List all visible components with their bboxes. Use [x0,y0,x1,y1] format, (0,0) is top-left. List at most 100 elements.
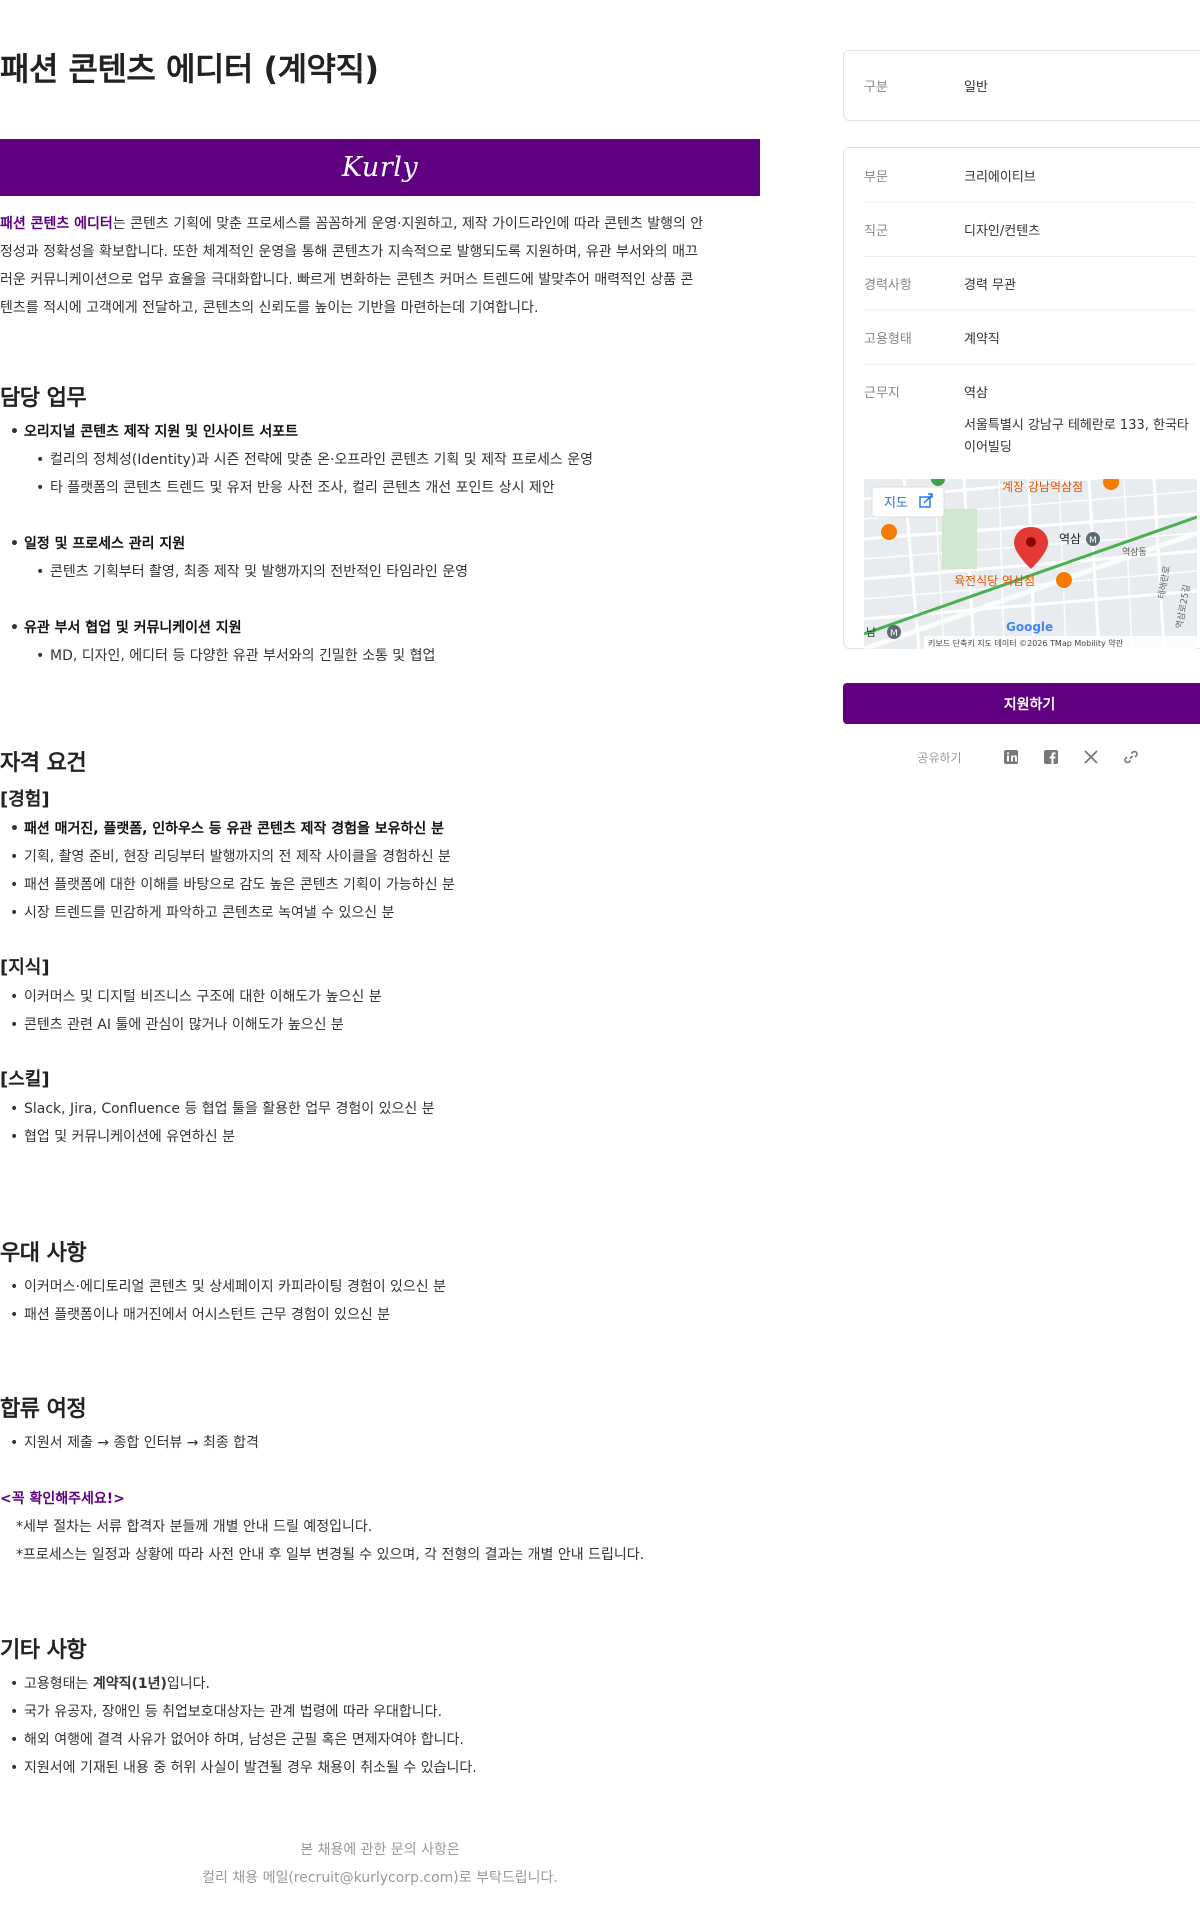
map-open-button[interactable] [871,486,945,518]
quals-know-title: [지식] [0,957,50,978]
career-value: 경력 무관 [964,278,1016,293]
duties-section: 담당 업무 오리지널 콘텐츠 제작 지원 및 인사이트 서포트 컬리의 정체성(… [0,380,760,670]
duties-group1-item: 타 플랫폼의 콘텐츠 트렌드 및 유저 반응 사전 조사, 컬리 콘텐츠 개선 … [0,474,760,502]
facebook-icon[interactable] [1040,746,1062,768]
footer-line-1: 본 채용에 관한 문의 사항은 [300,1842,460,1858]
etc-item: 고용형태는 계약직(1년)입니다. [0,1670,760,1698]
quals-skill-item: 협업 및 커뮤니케이션에 유연하신 분 [0,1123,760,1151]
map-park [942,509,977,569]
apply-button[interactable]: 지원하기 [843,683,1200,724]
etc-item: 국가 유공자, 장애인 등 취업보호대상자는 관계 법령에 따라 우대합니다. [0,1698,760,1726]
quals-know-item: 이커머스 및 디지털 비즈니스 구조에 대한 이해도가 높으신 분 [0,983,760,1011]
role-row: 직군 디자인/컨텐츠 [844,203,1200,256]
quals-exp-head: 패션 매거진, 플랫폼, 인하우스 등 유관 콘텐츠 제작 경험을 보유하신 분 [0,815,760,843]
quals-exp-title: [경험] [0,789,50,810]
employment-label: 고용형태 [864,332,912,347]
map-label-dong: 역삼동 [1122,547,1147,558]
etc-item1-bold: 계약직(1년) [92,1676,167,1692]
category-label: 구분 [864,80,888,95]
quals-skill-item: Slack, Jira, Confluence 등 협업 툴을 활용한 업무 경… [0,1095,760,1123]
employment-row: 고용형태 계약직 [844,311,1200,364]
duties-group3-item: MD, 디자인, 에디터 등 다양한 유관 부서와의 긴밀한 소통 및 협업 [0,642,760,670]
etc-item: 해외 여행에 결격 사유가 없어야 하며, 남성은 군필 혹은 면제자여야 합니… [0,1726,760,1754]
address-line: 이어빌딩 [964,440,1012,455]
intro-accent: 패션 콘텐츠 에디터 [0,216,113,232]
location-value: 역삼 [964,386,988,401]
address-line: 서울특별시 강남구 테헤란로 133, 한국타 [964,418,1189,433]
intro-line-3: 러운 커뮤니케이션으로 업무 효율을 극대화합니다. 빠르게 변화하는 콘텐츠 … [0,272,694,288]
duties-title: 담당 업무 [0,386,87,411]
prefs-item: 패션 플랫폼이나 매거진에서 어시스턴트 근무 경험이 있으신 분 [0,1301,760,1329]
dept-value: 크리에이티브 [964,169,1036,185]
dept-row: 부문 크리에이티브 [844,148,1200,202]
page-title: 패션 콘텐츠 에디터 (계약직) [0,50,379,88]
category-card: 구분 일반 [843,50,1200,121]
job-intro: 패션 콘텐츠 에디터는 콘텐츠 기획에 맞춘 프로세스를 꼼꼼하게 운영·지원하… [0,210,760,322]
map-label-station: 역삼 [1059,532,1081,546]
location-value-group: 역삼 서울특별시 강남구 테헤란로 133, 한국타 이어빌딩 [964,383,1195,459]
intro-line-4: 텐츠를 적시에 고객에게 전달하고, 콘텐츠의 신뢰도를 높이는 기반을 마련하… [0,300,539,316]
map-canvas[interactable]: 지도 계장 강남역삼점 육전식당 역삼점 역삼 M 역삼동 남 M 테헤란로 역… [864,479,1197,649]
etc-section: 기타 사항 고용형태는 계약직(1년)입니다. 국가 유공자, 장애인 등 취업… [0,1632,760,1782]
etc-item: 지원서에 기재된 내용 중 허위 사실이 발견될 경우 채용이 취소될 수 있습… [0,1754,760,1782]
contact-footer: 본 채용에 관한 문의 사항은 컬리 채용 메일(recruit@kurlyco… [0,1836,760,1892]
map-label-station-left: 남 [866,626,876,639]
share-label: 공유하기 [917,750,962,765]
job-posting-page: 패션 콘텐츠 에디터 (계약직) Kurly 패션 콘텐츠 에디터는 콘텐츠 기… [0,0,1200,1907]
subway-mark: M [890,629,898,639]
process-notice: <꼭 확인해주세요!> [0,1491,125,1507]
quals-know-item: 콘텐츠 관련 AI 툴에 관심이 많거나 이해도가 높으신 분 [0,1011,760,1039]
employment-value: 계약직 [964,332,1000,347]
dept-label: 부문 [864,169,888,185]
etc-item1-post: 입니다. [166,1676,211,1692]
category-value: 일반 [964,80,988,95]
quals-title: 자격 요건 [0,751,87,776]
intro-rest: 는 콘텐츠 기획에 맞춘 프로세스를 꼼꼼하게 운영·지원하고, 제작 가이드라… [112,216,704,232]
location-row: 근무지 역삼 서울특별시 강남구 테헤란로 133, 한국타 이어빌딩 [844,365,1200,459]
intro-line-2: 정성과 정확성을 확보합니다. 또한 체계적인 운영을 통해 콘텐츠가 지속적으… [0,244,698,260]
duties-group3-head: 유관 부서 협업 및 커뮤니케이션 지원 [0,614,760,642]
kurly-logo: Kurly [341,152,419,183]
process-title: 합류 여정 [0,1397,87,1422]
google-logo: Google [1006,620,1053,634]
process-note: *프로세스는 일정과 상황에 따라 사전 안내 후 일부 변경될 수 있으며, … [16,1547,645,1563]
role-value: 디자인/컨텐츠 [964,224,1041,239]
category-row: 구분 일반 [844,76,1200,95]
brand-banner: Kurly [0,139,760,196]
duties-group1-head: 오리지널 콘텐츠 제작 지원 및 인사이트 서포트 [0,418,760,446]
quals-exp-item: 기획, 촬영 준비, 현장 리딩부터 발행까지의 전 제작 사이클을 경험하신 … [0,843,760,871]
duties-group1-item: 컬리의 정체성(Identity)과 시즌 전략에 맞춘 온·오프라인 콘텐츠 … [0,446,760,474]
linkedin-icon[interactable] [1000,746,1022,768]
duties-group2-head: 일정 및 프로세스 관리 지원 [0,530,760,558]
process-note: *세부 절차는 서류 합격자 분들께 개별 안내 드릴 예정입니다. [16,1519,373,1535]
location-label: 근무지 [864,386,900,401]
map-label-restaurant-1: 계장 강남역삼점 [1002,480,1083,494]
etc-title: 기타 사항 [0,1638,87,1663]
share-bar: 공유하기 [843,743,1200,771]
subway-mark: M [1089,536,1097,546]
duties-group2-item: 콘텐츠 기획부터 촬영, 최종 제작 및 발행까지의 전반적인 타임라인 운영 [0,558,760,586]
restaurant-pin-icon [1056,572,1072,588]
location-map[interactable]: 지도 계장 강남역삼점 육전식당 역삼점 역삼 M 역삼동 남 M 테헤란로 역… [864,479,1197,649]
intro-line-1: 패션 콘텐츠 에디터는 콘텐츠 기획에 맞춘 프로세스를 꼼꼼하게 운영·지원하… [0,210,760,238]
map-button-label: 지도 [884,496,908,511]
footer-line-2: 컬리 채용 메일(recruit@kurlycorp.com)로 부탁드립니다. [202,1870,558,1886]
quals-exp-item: 패션 플랫폼에 대한 이해를 바탕으로 감도 높은 콘텐츠 기획이 가능하신 분 [0,871,760,899]
link-icon[interactable] [1120,746,1142,768]
etc-item1-pre: 고용형태는 [24,1676,93,1692]
prefs-item: 이커머스·에디토리얼 콘텐츠 및 상세페이지 카피라이팅 경험이 있으신 분 [0,1273,760,1301]
details-card: 부문 크리에이티브 직군 디자인/컨텐츠 경력사항 경력 무관 고용형태 계약직… [843,147,1200,649]
role-label: 직군 [864,224,888,239]
x-twitter-icon[interactable] [1080,746,1102,768]
quals-section: 자격 요건 [경험] 패션 매거진, 플랫폼, 인하우스 등 유관 콘텐츠 제작… [0,745,760,1151]
prefs-section: 우대 사항 이커머스·에디토리얼 콘텐츠 및 상세페이지 카피라이팅 경험이 있… [0,1235,760,1329]
process-steps: 지원서 제출 → 종합 인터뷰 → 최종 합격 [0,1429,760,1457]
map-label-restaurant-2: 육전식당 역삼점 [954,574,1035,588]
quals-skill-title: [스킬] [0,1069,50,1090]
career-row: 경력사항 경력 무관 [844,257,1200,310]
quals-exp-item: 시장 트렌드를 민감하게 파악하고 콘텐츠로 녹여낼 수 있으신 분 [0,899,760,927]
map-attribution[interactable]: 키보드 단축키 지도 데이터 ©2026 TMap Mobility 약관 [928,638,1124,648]
restaurant-pin-icon [881,524,897,540]
prefs-title: 우대 사항 [0,1241,87,1266]
process-section: 합류 여정 지원서 제출 → 종합 인터뷰 → 최종 합격 <꼭 확인해주세요!… [0,1391,760,1569]
